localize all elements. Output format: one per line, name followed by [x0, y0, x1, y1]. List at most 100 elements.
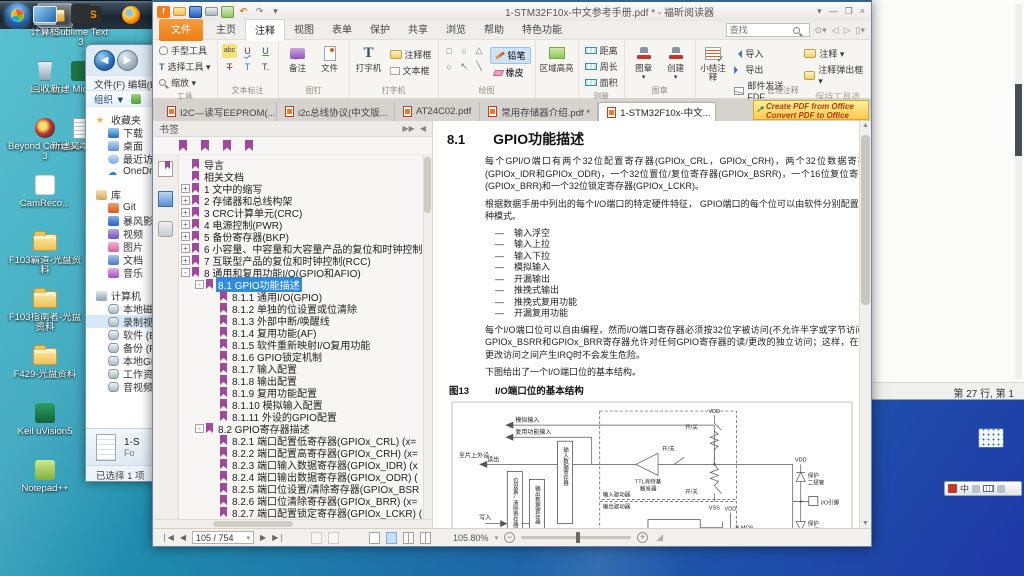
expand-toggle-icon[interactable] — [209, 508, 218, 517]
desktop-icon[interactable]: CamReco... — [6, 173, 84, 230]
bookmark-icon[interactable] — [223, 140, 231, 151]
page-scrollbar[interactable]: ▲ ▼ — [859, 121, 871, 528]
zoom-slider-thumb[interactable] — [576, 532, 580, 543]
desktop-icon[interactable]: Notepad++ — [6, 458, 84, 515]
document-tab[interactable]: i2c总线协议(中文版... × — [277, 102, 395, 121]
expand-toggle-icon[interactable] — [209, 484, 218, 493]
desktop-icon[interactable]: F103霸道-光盘资料 — [6, 230, 84, 287]
first-page-icon[interactable]: ❘◀ — [161, 533, 174, 542]
page-scrollbar-thumb[interactable] — [861, 135, 870, 305]
layers-tab-icon[interactable] — [158, 191, 173, 207]
scroll-up-icon[interactable]: ▲ — [860, 122, 871, 129]
expand-toggle-icon[interactable] — [209, 412, 218, 421]
expand-toggle-icon[interactable]: + — [181, 196, 190, 205]
select-tool-button[interactable]: T选择工具 ▾ — [157, 59, 213, 74]
bookmarks-hscrollbar[interactable] — [153, 519, 432, 528]
bookmark-row[interactable]: 8.1.7 输入配置 — [179, 362, 432, 374]
save-icon[interactable] — [189, 6, 202, 18]
expand-toggle-icon[interactable] — [209, 448, 218, 457]
export-comments-button[interactable]: 导出 — [732, 62, 796, 77]
desktop-icon[interactable]: F103指南者-光盘资料 — [6, 287, 84, 344]
expand-toggle-icon[interactable] — [209, 340, 218, 349]
panel-collapse-icon[interactable]: ◀ — [420, 124, 426, 133]
ime-logo-icon[interactable] — [948, 484, 957, 493]
redo-icon[interactable]: ↷ — [253, 6, 266, 18]
ribbon-tab[interactable]: 浏览 — [437, 19, 475, 41]
background-editor-window[interactable]: 第 27 行, 第 1 — [866, 0, 1024, 400]
ime-settings-icon[interactable] — [997, 485, 1005, 493]
ribbon-tab[interactable]: 共享 — [399, 19, 437, 41]
hand-tool-button[interactable]: 手型工具 — [157, 43, 213, 58]
expand-toggle-icon[interactable]: - — [181, 268, 190, 277]
expand-toggle-icon[interactable] — [209, 496, 218, 505]
expand-toggle-icon[interactable]: + — [181, 184, 190, 193]
perimeter-button[interactable]: 周长 — [583, 59, 620, 74]
prev-page-icon[interactable]: ◀ — [180, 533, 186, 542]
next-view-icon[interactable]: ▷ — [844, 25, 851, 36]
zoom-out-icon[interactable]: − — [504, 532, 515, 543]
ribbon-tab[interactable]: 注释 — [245, 19, 285, 41]
facing-page-icon[interactable] — [403, 532, 414, 544]
replace-text-icon[interactable]: T — [240, 60, 255, 74]
prev-view-page-icon[interactable] — [311, 532, 322, 544]
squiggly-underline-icon[interactable]: U — [240, 44, 255, 58]
undo-icon[interactable]: ↶ — [237, 6, 250, 18]
search-input[interactable] — [727, 25, 793, 35]
ribbon-tab[interactable]: 特色功能 — [513, 19, 571, 41]
pencil-button[interactable]: 铅笔 — [490, 47, 531, 64]
desktop-icon[interactable]: F429-光盘资料 — [6, 344, 84, 401]
taskbar-item[interactable] — [113, 3, 149, 28]
expand-toggle-icon[interactable] — [209, 460, 218, 469]
organize-button[interactable]: 组织 ▼ — [94, 92, 125, 106]
eraser-button[interactable]: 橡皮 — [490, 65, 531, 80]
ime-fullhalf-icon[interactable] — [972, 485, 980, 493]
expand-toggle-icon[interactable] — [181, 160, 190, 169]
ime-soft-keyboard-icon[interactable] — [978, 428, 1004, 448]
expand-toggle-icon[interactable] — [209, 292, 218, 301]
maximize-button[interactable]: ❐ — [845, 6, 853, 17]
expand-toggle-icon[interactable] — [209, 388, 218, 397]
open-icon[interactable] — [173, 7, 186, 16]
editor-scrollbar[interactable] — [1015, 4, 1022, 379]
underline-icon[interactable]: U — [258, 44, 273, 58]
ime-keyboard-icon[interactable] — [983, 485, 994, 492]
continuous-facing-icon[interactable] — [420, 532, 431, 544]
expand-toggle-icon[interactable] — [209, 436, 218, 445]
close-button[interactable]: × — [860, 6, 865, 17]
expand-toggle-icon[interactable] — [209, 472, 218, 481]
callout-button[interactable]: 注释框 — [388, 47, 434, 62]
ribbon-tab[interactable]: 保护 — [361, 19, 399, 41]
expand-bookmark-icon[interactable] — [245, 140, 253, 151]
next-page-icon[interactable]: ▶ — [260, 533, 266, 542]
expand-toggle-icon[interactable]: + — [181, 232, 190, 241]
textbox-button[interactable]: 文本框 — [388, 63, 434, 78]
bookmarks-tab-icon[interactable] — [158, 161, 173, 177]
scroll-down-icon[interactable]: ▼ — [860, 520, 871, 527]
zoom-dropdown-icon[interactable]: ▾ — [495, 534, 499, 542]
document-tab[interactable]: AT24C02.pdf × — [395, 102, 480, 121]
import-comments-button[interactable]: 导入 — [732, 46, 796, 61]
document-tab[interactable]: 常用存储器介绍.pdf * × — [480, 102, 598, 121]
delete-bookmark-icon[interactable] — [179, 140, 187, 151]
panel-expand-icon[interactable]: ▶▶ — [403, 124, 415, 133]
ribbon-tab[interactable]: 主页 — [207, 19, 245, 41]
line-shape-icon[interactable]: ╲ — [473, 61, 486, 72]
cloud-shape-icon[interactable]: ○ — [458, 46, 471, 56]
strikeout-icon[interactable]: T — [222, 60, 237, 74]
ribbon-tab[interactable]: 视图 — [285, 19, 323, 41]
expand-toggle-icon[interactable]: + — [181, 244, 190, 253]
expand-toggle-icon[interactable] — [209, 376, 218, 385]
back-button[interactable]: ◀ — [94, 50, 115, 71]
print-icon[interactable] — [205, 7, 218, 16]
resize-grip[interactable]: ◢ — [656, 532, 663, 543]
create-pdf-badge[interactable]: Create PDF from Office Convert PDF to Of… — [753, 100, 869, 120]
expand-toggle-icon[interactable] — [181, 172, 190, 181]
highlight-icon[interactable]: abc — [222, 44, 237, 58]
ribbon-tab[interactable]: 帮助 — [475, 19, 513, 41]
last-page-icon[interactable]: ▶❘ — [272, 533, 285, 542]
expand-toggle-icon[interactable]: + — [181, 208, 190, 217]
expand-toggle-icon[interactable] — [209, 316, 218, 325]
rectangle-shape-icon[interactable]: □ — [443, 46, 456, 56]
desktop-icon[interactable]: Keil uVision5 — [6, 401, 84, 458]
expand-toggle-icon[interactable] — [209, 328, 218, 337]
